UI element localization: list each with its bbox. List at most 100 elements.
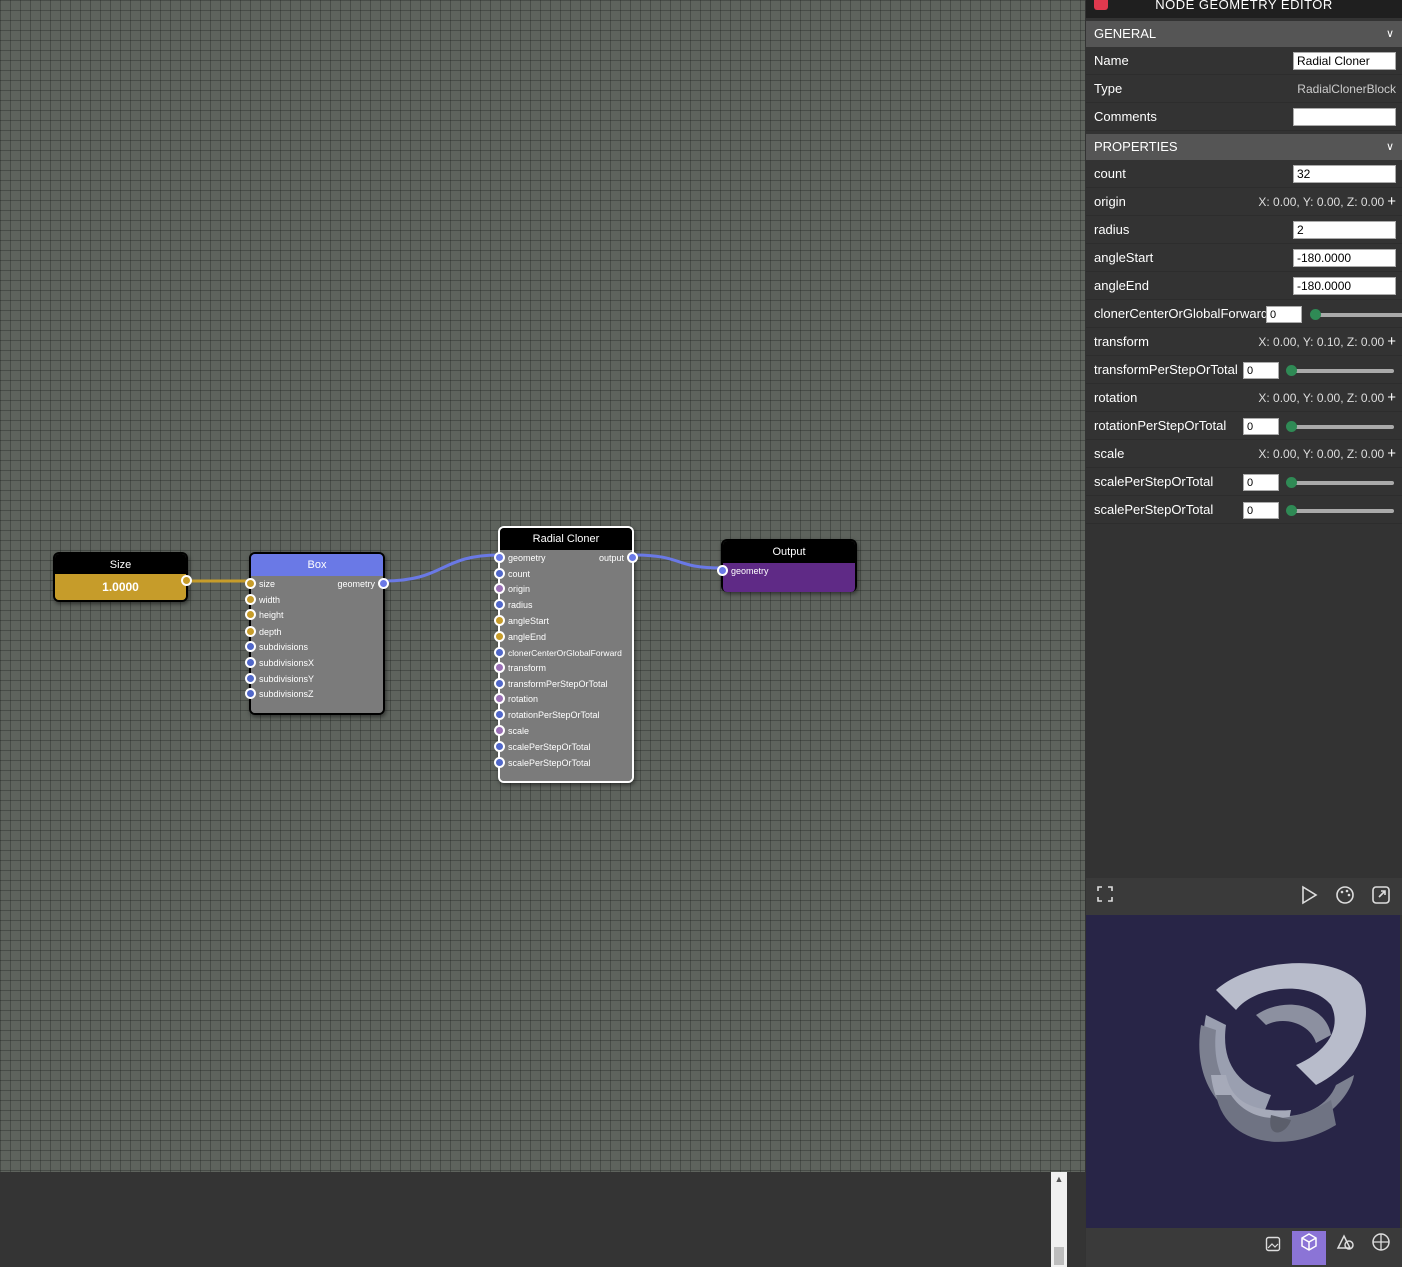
radial-cloner-node[interactable]: Radial Cloner geometry output count orig… — [494, 526, 638, 783]
cloner-input-count[interactable]: count — [494, 566, 530, 582]
cloner-input-geometry[interactable]: geometry — [494, 550, 546, 566]
popout-icon[interactable] — [1370, 885, 1392, 907]
port-dot-icon[interactable] — [494, 583, 505, 594]
rotation-vector[interactable]: X: 0.00, Y: 0.00, Z: 0.00 + — [1258, 384, 1396, 412]
port-dot-icon[interactable] — [245, 641, 256, 652]
size-node[interactable]: Size 1.0000 — [53, 552, 188, 602]
port-dot-icon[interactable] — [494, 741, 505, 752]
graph-canvas[interactable]: Size 1.0000 Box size geometry width heig… — [0, 0, 1085, 1172]
transform-per-step-slider[interactable] — [1291, 369, 1394, 373]
cloner-input-transformPerStepOrTotal[interactable]: transformPerStepOrTotal — [494, 676, 608, 692]
cloner-input-scalePerStepOrTotal[interactable]: scalePerStepOrTotal — [494, 739, 591, 755]
port-dot-icon[interactable] — [717, 565, 728, 576]
angle-start-input[interactable] — [1293, 249, 1396, 267]
rotation-per-step-slider[interactable] — [1291, 425, 1394, 429]
scale-per-step-input[interactable] — [1243, 474, 1279, 491]
port-dot-icon[interactable] — [245, 688, 256, 699]
expand-plus-icon[interactable]: + — [1387, 445, 1396, 462]
cloner-output[interactable]: output — [599, 550, 638, 566]
angle-end-input[interactable] — [1293, 277, 1396, 295]
port-dot-icon[interactable] — [245, 626, 256, 637]
port-dot-icon[interactable] — [494, 615, 505, 626]
name-input[interactable] — [1293, 52, 1396, 70]
port-dot-icon[interactable] — [494, 631, 505, 642]
comments-input[interactable] — [1293, 108, 1396, 126]
scale-per-step-slider-knob-2[interactable] — [1286, 505, 1297, 516]
transform-per-step-slider-knob[interactable] — [1286, 365, 1297, 376]
port-dot-icon[interactable] — [494, 568, 505, 579]
cloner-input-rotation[interactable]: rotation — [494, 691, 538, 707]
scale-per-step-input-2[interactable] — [1243, 502, 1279, 519]
port-dot-icon[interactable] — [245, 578, 256, 589]
port-dot-icon[interactable] — [494, 709, 505, 720]
rotation-per-step-slider-knob[interactable] — [1286, 421, 1297, 432]
cloner-input-rotationPerStepOrTotal[interactable]: rotationPerStepOrTotal — [494, 707, 600, 723]
box-node[interactable]: Box size geometry width height depth sub… — [245, 552, 389, 715]
box-input-subdivisionsX[interactable]: subdivisionsX — [245, 655, 314, 671]
box-input-size[interactable]: size — [245, 576, 275, 592]
cloner-input-clonerCenterOrGlobalForward[interactable]: clonerCenterOrGlobalForward — [494, 645, 622, 661]
play-icon[interactable] — [1298, 885, 1320, 907]
box-input-width[interactable]: width — [245, 592, 280, 608]
expand-plus-icon[interactable]: + — [1387, 333, 1396, 350]
port-dot-icon[interactable] — [378, 578, 389, 589]
general-section-header[interactable]: GENERAL ∨ — [1086, 21, 1402, 47]
cloner-input-angleEnd[interactable]: angleEnd — [494, 629, 546, 645]
port-dot-icon[interactable] — [494, 647, 505, 658]
count-input[interactable] — [1293, 165, 1396, 183]
port-dot-icon[interactable] — [494, 757, 505, 768]
cloner-input-angleStart[interactable]: angleStart — [494, 613, 549, 629]
shapes-icon[interactable] — [1328, 1231, 1362, 1265]
box-input-height[interactable]: height — [245, 607, 284, 623]
cube-icon[interactable] — [1292, 1231, 1326, 1265]
output-node[interactable]: Output geometry — [717, 539, 857, 592]
box-input-depth[interactable]: depth — [245, 624, 282, 640]
palette-icon[interactable] — [1334, 885, 1356, 907]
port-dot-icon[interactable] — [494, 599, 505, 610]
box-input-subdivisionsZ[interactable]: subdivisionsZ — [245, 686, 314, 702]
transform-vector[interactable]: X: 0.00, Y: 0.10, Z: 0.00 + — [1258, 328, 1396, 356]
port-dot-icon[interactable] — [494, 552, 505, 563]
scroll-up-icon[interactable]: ▲ — [1051, 1174, 1067, 1184]
box-input-subdivisions[interactable]: subdivisions — [245, 639, 308, 655]
globe-icon[interactable] — [1364, 1231, 1398, 1265]
scale-vector[interactable]: X: 0.00, Y: 0.00, Z: 0.00 + — [1258, 440, 1396, 468]
size-output-port[interactable] — [181, 575, 192, 586]
radius-input[interactable] — [1293, 221, 1396, 239]
output-input-geometry[interactable]: geometry — [717, 563, 769, 579]
transform-per-step-input[interactable] — [1243, 362, 1279, 379]
port-dot-icon[interactable] — [245, 657, 256, 668]
cloner-input-radius[interactable]: radius — [494, 597, 533, 613]
port-dot-icon[interactable] — [494, 693, 505, 704]
properties-section-header[interactable]: PROPERTIES ∨ — [1086, 134, 1402, 160]
port-dot-icon[interactable] — [245, 673, 256, 684]
geometry-preview-viewport[interactable] — [1086, 915, 1400, 1228]
expand-plus-icon[interactable]: + — [1387, 193, 1396, 210]
cloner-center-slider[interactable] — [1314, 313, 1402, 317]
image-icon[interactable] — [1256, 1231, 1290, 1265]
port-dot-icon[interactable] — [245, 594, 256, 605]
cloner-input-transform[interactable]: transform — [494, 660, 546, 676]
box-output-geometry[interactable]: geometry — [337, 576, 389, 592]
port-dot-icon[interactable] — [627, 552, 638, 563]
scale-per-step-slider-2[interactable] — [1291, 509, 1394, 513]
cloner-center-slider-knob[interactable] — [1310, 309, 1321, 320]
expand-plus-icon[interactable]: + — [1387, 389, 1396, 406]
log-scrollbar[interactable]: ▲ — [1051, 1172, 1067, 1267]
scale-per-step-slider[interactable] — [1291, 481, 1394, 485]
origin-vector[interactable]: X: 0.00, Y: 0.00, Z: 0.00 + — [1258, 188, 1396, 216]
chevron-down-icon[interactable]: ∨ — [1386, 134, 1394, 160]
cloner-input-origin[interactable]: origin — [494, 581, 530, 597]
cloner-center-input[interactable] — [1266, 306, 1302, 323]
cloner-input-scalePerStepOrTotal-2[interactable]: scalePerStepOrTotal — [494, 755, 591, 771]
size-node-value[interactable]: 1.0000 — [55, 574, 186, 600]
chevron-down-icon[interactable]: ∨ — [1386, 21, 1394, 47]
scroll-thumb[interactable] — [1054, 1247, 1064, 1265]
scale-per-step-slider-knob[interactable] — [1286, 477, 1297, 488]
box-input-subdivisionsY[interactable]: subdivisionsY — [245, 671, 314, 687]
port-dot-icon[interactable] — [494, 678, 505, 689]
rotation-per-step-input[interactable] — [1243, 418, 1279, 435]
fullscreen-icon[interactable] — [1094, 885, 1116, 907]
cloner-input-scale[interactable]: scale — [494, 723, 529, 739]
port-dot-icon[interactable] — [245, 609, 256, 620]
